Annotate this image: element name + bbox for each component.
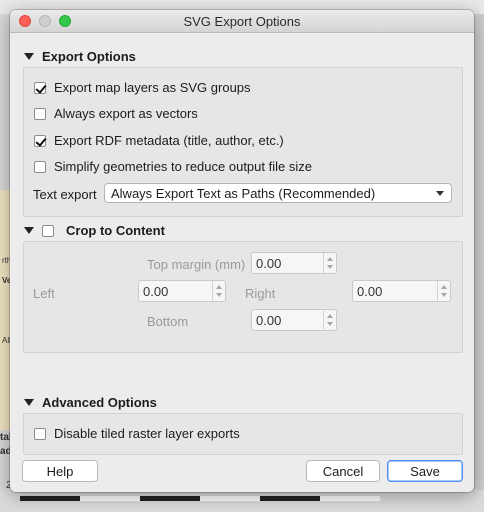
stepper-icon[interactable]	[212, 281, 225, 301]
collapse-triangle-icon[interactable]	[24, 227, 34, 234]
checkbox-label: Export map layers as SVG groups	[54, 80, 251, 95]
export-rdf-metadata-checkbox[interactable]: Export RDF metadata (title, author, etc.…	[34, 133, 284, 148]
background-scalebar	[20, 496, 380, 501]
checkbox-checked-icon[interactable]	[34, 134, 46, 147]
collapse-triangle-icon[interactable]	[24, 53, 34, 60]
checkbox-label: Simplify geometries to reduce output fil…	[54, 159, 312, 174]
left-margin-spinbox[interactable]: 0.00	[138, 280, 226, 302]
top-margin-spinbox[interactable]: 0.00	[251, 252, 337, 274]
crop-to-content-header[interactable]: Crop to Content	[24, 223, 165, 238]
stepper-icon[interactable]	[323, 310, 336, 330]
background-status-area	[0, 490, 484, 512]
checkbox-unchecked-icon[interactable]	[34, 427, 46, 440]
export-options-header[interactable]: Export Options	[24, 49, 136, 64]
checkbox-checked-icon[interactable]	[34, 81, 46, 94]
export-options-title: Export Options	[42, 49, 136, 64]
simplify-geometries-checkbox[interactable]: Simplify geometries to reduce output fil…	[34, 159, 312, 174]
bottom-margin-spinbox[interactable]: 0.00	[251, 309, 337, 331]
crop-to-content-checkbox[interactable]	[42, 224, 54, 237]
left-margin-label: Left	[33, 286, 55, 301]
svg-export-dialog: SVG Export Options Export Options Export…	[10, 10, 474, 492]
help-button[interactable]: Help	[22, 460, 98, 482]
text-export-value: Always Export Text as Paths (Recommended…	[111, 185, 376, 201]
top-margin-value: 0.00	[256, 255, 282, 271]
window-title: SVG Export Options	[183, 14, 301, 29]
left-margin-value: 0.00	[143, 283, 169, 299]
title-bar[interactable]: SVG Export Options	[10, 10, 474, 33]
bottom-margin-label: Bottom	[147, 314, 189, 329]
top-margin-label: Top margin (mm)	[147, 257, 246, 272]
always-export-vectors-checkbox[interactable]: Always export as vectors	[34, 106, 198, 121]
collapse-triangle-icon[interactable]	[24, 399, 34, 406]
advanced-options-title: Advanced Options	[42, 395, 157, 410]
background-right-panel	[474, 14, 484, 512]
disable-tiled-raster-checkbox[interactable]: Disable tiled raster layer exports	[34, 426, 240, 441]
checkbox-label: Always export as vectors	[54, 106, 198, 121]
stepper-icon[interactable]	[323, 253, 336, 273]
crop-to-content-title: Crop to Content	[66, 223, 165, 238]
chevron-down-icon	[436, 191, 444, 196]
bottom-margin-value: 0.00	[256, 312, 282, 328]
checkbox-unchecked-icon[interactable]	[34, 160, 46, 173]
cancel-button[interactable]: Cancel	[306, 460, 380, 482]
stepper-icon[interactable]	[437, 281, 450, 301]
checkbox-label: Disable tiled raster layer exports	[54, 426, 240, 441]
right-margin-spinbox[interactable]: 0.00	[352, 280, 451, 302]
right-margin-label: Right	[245, 286, 276, 301]
text-export-label: Text export	[33, 187, 97, 202]
export-layers-as-groups-checkbox[interactable]: Export map layers as SVG groups	[34, 80, 251, 95]
advanced-options-header[interactable]: Advanced Options	[24, 395, 157, 410]
save-button[interactable]: Save	[387, 460, 463, 482]
right-margin-value: 0.00	[357, 283, 383, 299]
checkbox-label: Export RDF metadata (title, author, etc.…	[54, 133, 284, 148]
text-export-select[interactable]: Always Export Text as Paths (Recommended…	[104, 183, 452, 203]
checkbox-unchecked-icon[interactable]	[34, 107, 46, 120]
